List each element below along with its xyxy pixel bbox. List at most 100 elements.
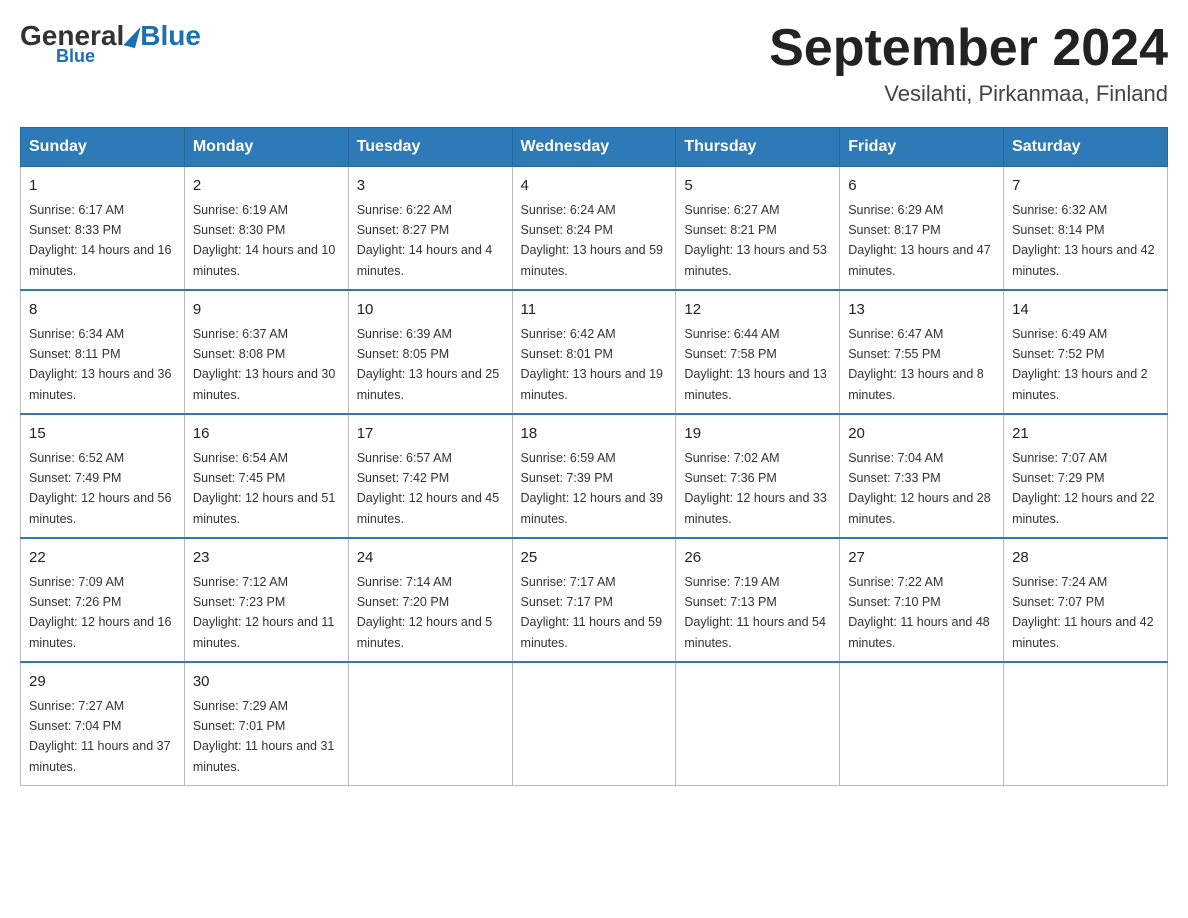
day-info: Sunrise: 7:14 AMSunset: 7:20 PMDaylight:…	[357, 575, 493, 650]
calendar-table: SundayMondayTuesdayWednesdayThursdayFrid…	[20, 127, 1168, 786]
day-number: 3	[357, 175, 504, 198]
calendar-cell: 6 Sunrise: 6:29 AMSunset: 8:17 PMDayligh…	[840, 167, 1004, 291]
calendar-cell: 4 Sunrise: 6:24 AMSunset: 8:24 PMDayligh…	[512, 167, 676, 291]
day-info: Sunrise: 7:22 AMSunset: 7:10 PMDaylight:…	[848, 575, 990, 650]
day-info: Sunrise: 7:29 AMSunset: 7:01 PMDaylight:…	[193, 699, 335, 774]
day-number: 14	[1012, 299, 1159, 322]
calendar-cell: 19 Sunrise: 7:02 AMSunset: 7:36 PMDaylig…	[676, 414, 840, 538]
day-number: 17	[357, 423, 504, 446]
day-info: Sunrise: 7:12 AMSunset: 7:23 PMDaylight:…	[193, 575, 335, 650]
day-info: Sunrise: 6:32 AMSunset: 8:14 PMDaylight:…	[1012, 203, 1154, 278]
day-number: 7	[1012, 175, 1159, 198]
calendar-cell	[512, 662, 676, 786]
calendar-cell: 8 Sunrise: 6:34 AMSunset: 8:11 PMDayligh…	[21, 290, 185, 414]
day-info: Sunrise: 6:17 AMSunset: 8:33 PMDaylight:…	[29, 203, 171, 278]
calendar-cell: 14 Sunrise: 6:49 AMSunset: 7:52 PMDaylig…	[1004, 290, 1168, 414]
calendar-week-row: 22 Sunrise: 7:09 AMSunset: 7:26 PMDaylig…	[21, 538, 1168, 662]
calendar-cell: 12 Sunrise: 6:44 AMSunset: 7:58 PMDaylig…	[676, 290, 840, 414]
weekday-header-friday: Friday	[840, 128, 1004, 167]
logo-triangle-icon	[124, 24, 141, 48]
day-number: 28	[1012, 547, 1159, 570]
day-number: 13	[848, 299, 995, 322]
day-number: 12	[684, 299, 831, 322]
month-title: September 2024	[769, 20, 1168, 77]
day-number: 25	[521, 547, 668, 570]
day-info: Sunrise: 7:09 AMSunset: 7:26 PMDaylight:…	[29, 575, 171, 650]
weekday-header-tuesday: Tuesday	[348, 128, 512, 167]
calendar-cell: 9 Sunrise: 6:37 AMSunset: 8:08 PMDayligh…	[184, 290, 348, 414]
calendar-cell	[840, 662, 1004, 786]
day-number: 15	[29, 423, 176, 446]
day-number: 6	[848, 175, 995, 198]
calendar-cell: 13 Sunrise: 6:47 AMSunset: 7:55 PMDaylig…	[840, 290, 1004, 414]
day-number: 18	[521, 423, 668, 446]
day-number: 16	[193, 423, 340, 446]
calendar-week-row: 29 Sunrise: 7:27 AMSunset: 7:04 PMDaylig…	[21, 662, 1168, 786]
day-number: 19	[684, 423, 831, 446]
day-number: 4	[521, 175, 668, 198]
day-info: Sunrise: 7:19 AMSunset: 7:13 PMDaylight:…	[684, 575, 826, 650]
day-number: 10	[357, 299, 504, 322]
location-title: Vesilahti, Pirkanmaa, Finland	[769, 81, 1168, 107]
day-info: Sunrise: 7:24 AMSunset: 7:07 PMDaylight:…	[1012, 575, 1154, 650]
calendar-week-row: 15 Sunrise: 6:52 AMSunset: 7:49 PMDaylig…	[21, 414, 1168, 538]
calendar-cell	[676, 662, 840, 786]
calendar-cell: 20 Sunrise: 7:04 AMSunset: 7:33 PMDaylig…	[840, 414, 1004, 538]
day-info: Sunrise: 6:52 AMSunset: 7:49 PMDaylight:…	[29, 451, 171, 526]
day-number: 22	[29, 547, 176, 570]
day-info: Sunrise: 7:02 AMSunset: 7:36 PMDaylight:…	[684, 451, 826, 526]
logo-underline: Blue	[56, 46, 95, 67]
calendar-cell: 5 Sunrise: 6:27 AMSunset: 8:21 PMDayligh…	[676, 167, 840, 291]
day-info: Sunrise: 7:04 AMSunset: 7:33 PMDaylight:…	[848, 451, 990, 526]
day-number: 2	[193, 175, 340, 198]
day-number: 26	[684, 547, 831, 570]
day-info: Sunrise: 6:29 AMSunset: 8:17 PMDaylight:…	[848, 203, 990, 278]
calendar-cell	[348, 662, 512, 786]
calendar-cell: 26 Sunrise: 7:19 AMSunset: 7:13 PMDaylig…	[676, 538, 840, 662]
calendar-week-row: 8 Sunrise: 6:34 AMSunset: 8:11 PMDayligh…	[21, 290, 1168, 414]
day-number: 1	[29, 175, 176, 198]
page-header: General Blue Blue September 2024 Vesilah…	[20, 20, 1168, 107]
day-info: Sunrise: 6:59 AMSunset: 7:39 PMDaylight:…	[521, 451, 663, 526]
day-info: Sunrise: 6:34 AMSunset: 8:11 PMDaylight:…	[29, 327, 171, 402]
calendar-cell: 2 Sunrise: 6:19 AMSunset: 8:30 PMDayligh…	[184, 167, 348, 291]
calendar-week-row: 1 Sunrise: 6:17 AMSunset: 8:33 PMDayligh…	[21, 167, 1168, 291]
calendar-cell: 16 Sunrise: 6:54 AMSunset: 7:45 PMDaylig…	[184, 414, 348, 538]
day-number: 23	[193, 547, 340, 570]
day-number: 24	[357, 547, 504, 570]
calendar-cell: 3 Sunrise: 6:22 AMSunset: 8:27 PMDayligh…	[348, 167, 512, 291]
calendar-cell: 21 Sunrise: 7:07 AMSunset: 7:29 PMDaylig…	[1004, 414, 1168, 538]
day-info: Sunrise: 7:27 AMSunset: 7:04 PMDaylight:…	[29, 699, 171, 774]
calendar-cell: 10 Sunrise: 6:39 AMSunset: 8:05 PMDaylig…	[348, 290, 512, 414]
day-info: Sunrise: 6:42 AMSunset: 8:01 PMDaylight:…	[521, 327, 663, 402]
weekday-header-sunday: Sunday	[21, 128, 185, 167]
calendar-cell: 11 Sunrise: 6:42 AMSunset: 8:01 PMDaylig…	[512, 290, 676, 414]
day-info: Sunrise: 6:47 AMSunset: 7:55 PMDaylight:…	[848, 327, 984, 402]
calendar-cell: 17 Sunrise: 6:57 AMSunset: 7:42 PMDaylig…	[348, 414, 512, 538]
day-info: Sunrise: 6:22 AMSunset: 8:27 PMDaylight:…	[357, 203, 493, 278]
day-info: Sunrise: 6:44 AMSunset: 7:58 PMDaylight:…	[684, 327, 826, 402]
logo-blue-text: Blue	[140, 20, 201, 52]
calendar-cell: 7 Sunrise: 6:32 AMSunset: 8:14 PMDayligh…	[1004, 167, 1168, 291]
day-number: 29	[29, 671, 176, 694]
calendar-cell: 15 Sunrise: 6:52 AMSunset: 7:49 PMDaylig…	[21, 414, 185, 538]
day-number: 27	[848, 547, 995, 570]
calendar-cell: 28 Sunrise: 7:24 AMSunset: 7:07 PMDaylig…	[1004, 538, 1168, 662]
weekday-header-monday: Monday	[184, 128, 348, 167]
day-info: Sunrise: 6:39 AMSunset: 8:05 PMDaylight:…	[357, 327, 499, 402]
calendar-cell: 30 Sunrise: 7:29 AMSunset: 7:01 PMDaylig…	[184, 662, 348, 786]
logo: General Blue Blue	[20, 20, 201, 67]
calendar-cell: 18 Sunrise: 6:59 AMSunset: 7:39 PMDaylig…	[512, 414, 676, 538]
day-number: 9	[193, 299, 340, 322]
calendar-cell: 29 Sunrise: 7:27 AMSunset: 7:04 PMDaylig…	[21, 662, 185, 786]
day-info: Sunrise: 6:54 AMSunset: 7:45 PMDaylight:…	[193, 451, 335, 526]
day-info: Sunrise: 6:27 AMSunset: 8:21 PMDaylight:…	[684, 203, 826, 278]
calendar-cell: 22 Sunrise: 7:09 AMSunset: 7:26 PMDaylig…	[21, 538, 185, 662]
calendar-cell: 24 Sunrise: 7:14 AMSunset: 7:20 PMDaylig…	[348, 538, 512, 662]
calendar-cell	[1004, 662, 1168, 786]
calendar-cell: 1 Sunrise: 6:17 AMSunset: 8:33 PMDayligh…	[21, 167, 185, 291]
day-info: Sunrise: 7:17 AMSunset: 7:17 PMDaylight:…	[521, 575, 663, 650]
day-number: 21	[1012, 423, 1159, 446]
day-number: 8	[29, 299, 176, 322]
day-info: Sunrise: 6:24 AMSunset: 8:24 PMDaylight:…	[521, 203, 663, 278]
